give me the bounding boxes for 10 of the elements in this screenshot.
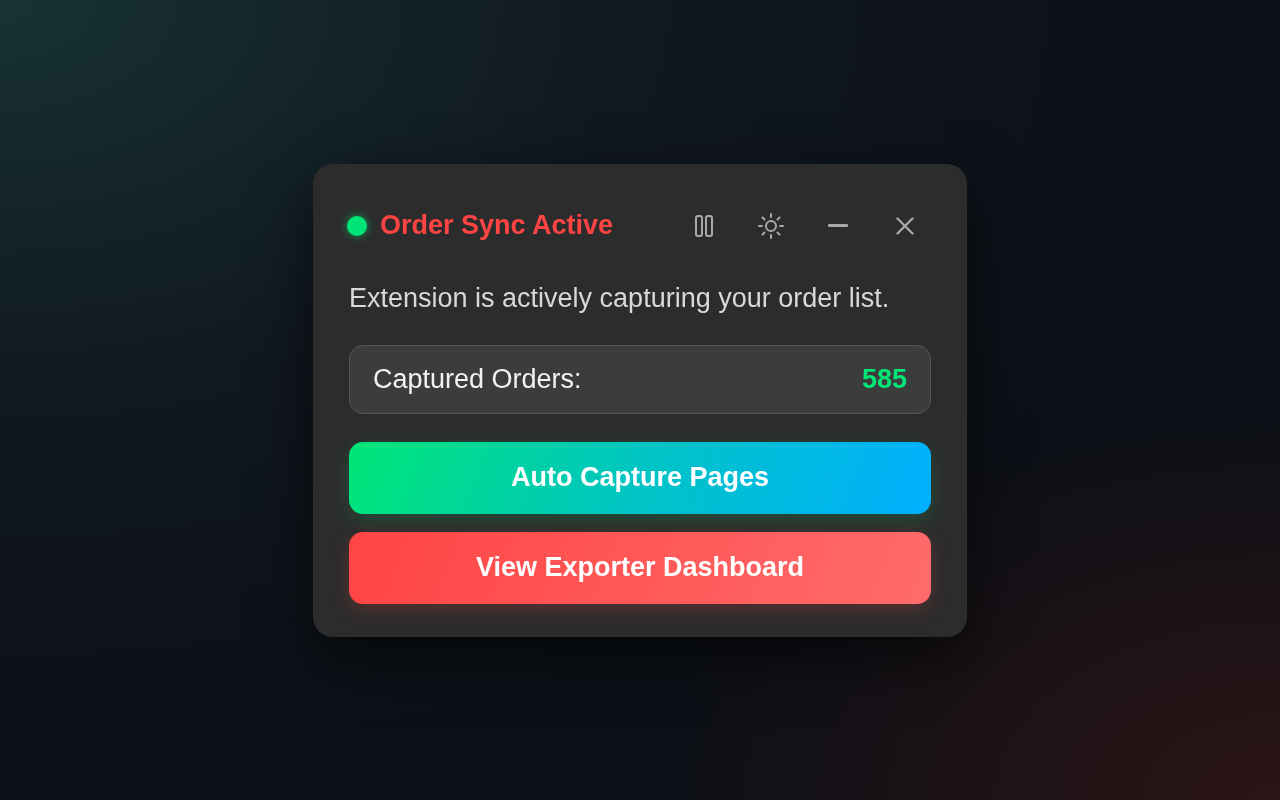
sun-icon — [758, 212, 784, 239]
auto-capture-button[interactable]: Auto Capture Pages — [349, 441, 931, 514]
description-text: Extension is actively capturing your order list. — [349, 281, 890, 315]
minimize-icon — [828, 224, 848, 227]
counter-value: 585 — [861, 362, 907, 396]
dashboard-button[interactable]: View Exporter Dashboard — [349, 531, 931, 604]
panel-title: Order Sync Active — [380, 209, 614, 243]
close-icon — [896, 216, 914, 235]
counter-label: Captured Orders: — [373, 362, 582, 396]
pause-icon — [695, 214, 713, 237]
